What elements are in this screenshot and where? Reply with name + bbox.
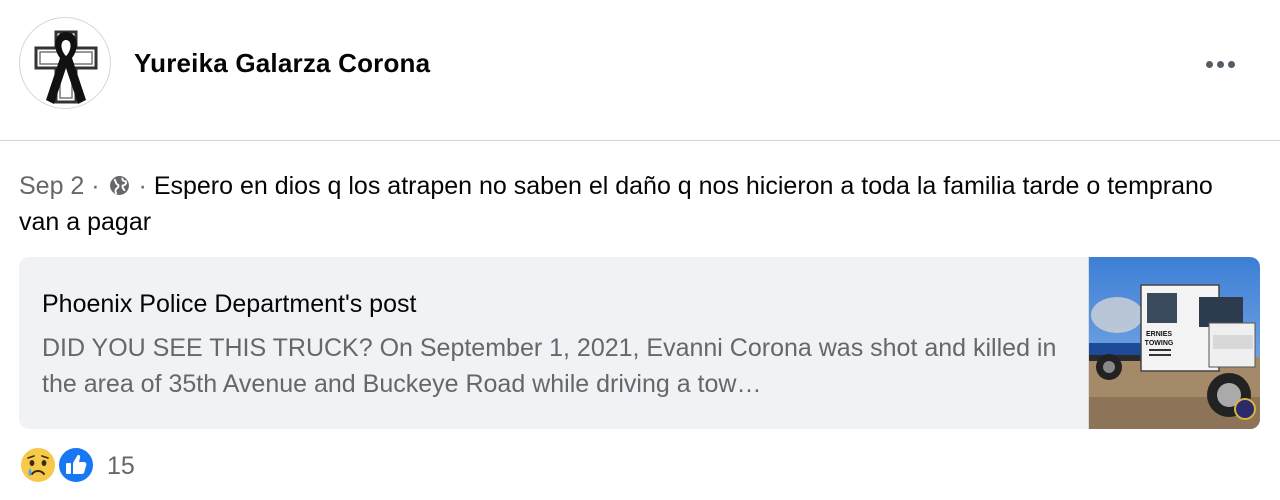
post-author-name[interactable]: Yureika Galarza Corona [134, 48, 430, 79]
post-header: Yureika Galarza Corona [0, 0, 1280, 140]
avatar[interactable] [19, 17, 111, 109]
post-date[interactable]: Sep 2 [19, 172, 84, 200]
post-body: Sep 2 · · Espero en dios q los atrapen n… [19, 168, 1249, 240]
truck-door-text-2: TOWING [1145, 340, 1174, 347]
tow-truck-image: ERNIES TOWING [1089, 257, 1260, 429]
shared-post-card[interactable]: Phoenix Police Department's post DID YOU… [19, 257, 1260, 429]
shared-post-title[interactable]: Phoenix Police Department's post [42, 287, 1062, 321]
truck-door-text-1: ERNIES [1146, 331, 1172, 338]
shared-post-thumbnail[interactable]: ERNIES TOWING [1088, 257, 1260, 429]
header-divider [0, 140, 1280, 141]
globe-icon[interactable] [109, 175, 130, 196]
like-reaction-icon[interactable] [57, 446, 95, 484]
more-options-icon[interactable] [1196, 50, 1246, 78]
post-message: Espero en dios q los atrapen no saben el… [19, 172, 1213, 236]
separator: · [91, 172, 100, 200]
shared-post-description: DID YOU SEE THIS TRUCK? On September 1, … [42, 334, 1057, 398]
sad-reaction-icon[interactable] [19, 446, 57, 484]
separator: · [138, 172, 147, 200]
memorial-cross-icon [34, 30, 98, 104]
reaction-count[interactable]: 15 [107, 452, 135, 481]
shared-post-text: Phoenix Police Department's post DID YOU… [42, 287, 1062, 402]
